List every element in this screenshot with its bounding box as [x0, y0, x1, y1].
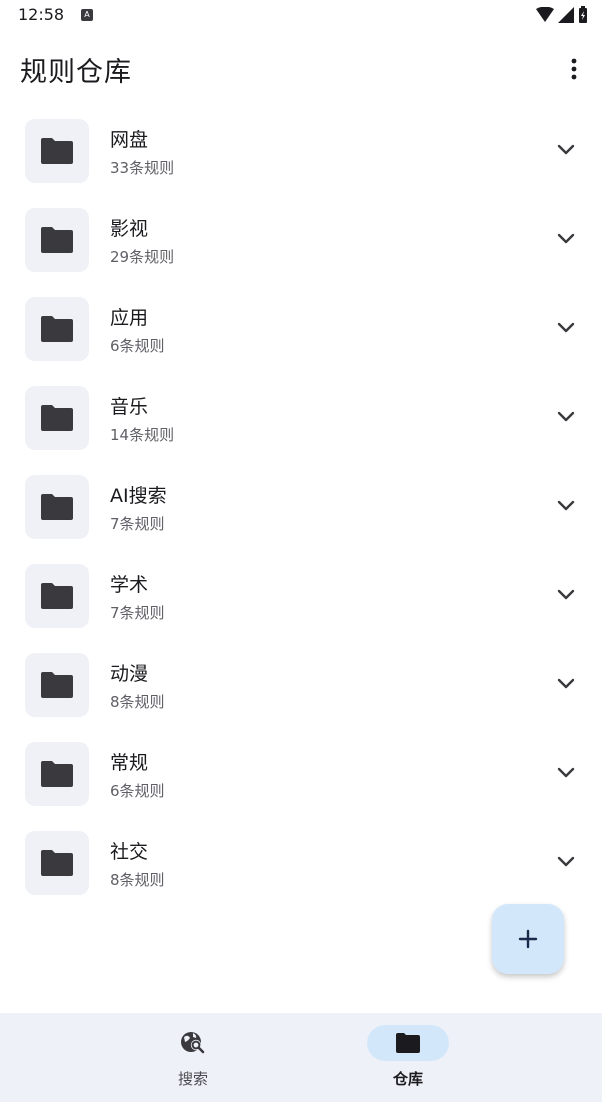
repo-item[interactable]: 动漫 8条规则: [0, 640, 602, 729]
chevron-down-icon: [557, 589, 575, 600]
repo-rule-count: 6条规则: [110, 782, 165, 800]
repo-name: 应用: [110, 307, 149, 329]
expand-button[interactable]: [556, 229, 576, 249]
expand-button[interactable]: [556, 318, 576, 338]
folder-tile: [25, 475, 89, 539]
folder-icon: [41, 316, 73, 342]
repo-rule-count: 7条规则: [110, 515, 165, 533]
repo-name: 音乐: [110, 396, 149, 418]
folder-tile: [25, 208, 89, 272]
repo-item[interactable]: 网盘 33条规则: [0, 106, 602, 195]
nav-item-repo[interactable]: 仓库: [348, 1025, 468, 1095]
signal-icon: [558, 7, 574, 23]
repo-name: AI搜索: [110, 485, 167, 507]
folder-icon: [41, 138, 73, 164]
folder-icon: [396, 1033, 420, 1053]
expand-button[interactable]: [556, 852, 576, 872]
repo-rule-count: 14条规则: [110, 426, 175, 444]
add-repo-button[interactable]: [492, 904, 564, 974]
repo-name: 影视: [110, 218, 149, 240]
repo-rule-count: 7条规则: [110, 604, 165, 622]
folder-icon: [41, 672, 73, 698]
repo-name: 常规: [110, 752, 149, 774]
repo-item[interactable]: 应用 6条规则: [0, 284, 602, 373]
folder-icon: [41, 850, 73, 876]
repo-item[interactable]: 学术 7条规则: [0, 551, 602, 640]
repo-name: 网盘: [110, 129, 149, 151]
chevron-down-icon: [557, 500, 575, 511]
repo-name: 学术: [110, 574, 149, 596]
chevron-down-icon: [557, 411, 575, 422]
search-globe-icon: [181, 1032, 205, 1054]
plus-icon: [518, 929, 538, 949]
chevron-down-icon: [557, 233, 575, 244]
nav-label-search: 搜索: [177, 1070, 208, 1088]
folder-icon: [41, 583, 73, 609]
nav-label-repo: 仓库: [392, 1070, 423, 1088]
nav-pill-search: [152, 1025, 234, 1061]
folder-tile: [25, 564, 89, 628]
folder-icon: [41, 405, 73, 431]
repo-item[interactable]: 常规 6条规则: [0, 729, 602, 818]
folder-tile: [25, 742, 89, 806]
folder-tile: [25, 119, 89, 183]
expand-button[interactable]: [556, 140, 576, 160]
folder-tile: [25, 653, 89, 717]
folder-tile: [25, 831, 89, 895]
chevron-down-icon: [557, 678, 575, 689]
repo-item[interactable]: 社交 8条规则: [0, 818, 602, 907]
app-bar: 规则仓库: [0, 34, 602, 106]
repo-list: 网盘 33条规则 影视 29条规则 应用 6条规则 音乐 14条规则 AI搜索 …: [0, 106, 602, 907]
status-time: 12:58: [18, 5, 65, 24]
folder-tile: [25, 297, 89, 361]
repo-item[interactable]: AI搜索 7条规则: [0, 462, 602, 551]
chevron-down-icon: [557, 856, 575, 867]
repo-rule-count: 33条规则: [110, 159, 175, 177]
expand-button[interactable]: [556, 496, 576, 516]
folder-icon: [41, 761, 73, 787]
folder-icon: [41, 494, 73, 520]
repo-name: 动漫: [110, 663, 149, 685]
more-vert-icon: [571, 58, 577, 80]
folder-tile: [25, 386, 89, 450]
expand-button[interactable]: [556, 585, 576, 605]
status-bar: 12:58 A: [0, 0, 602, 34]
notification-badge-icon: A: [81, 9, 93, 21]
folder-icon: [41, 227, 73, 253]
expand-button[interactable]: [556, 763, 576, 783]
bottom-navigation: 搜索 仓库: [0, 1013, 602, 1102]
repo-item[interactable]: 音乐 14条规则: [0, 373, 602, 462]
expand-button[interactable]: [556, 407, 576, 427]
more-options-button[interactable]: [562, 54, 586, 84]
page-title: 规则仓库: [20, 57, 132, 88]
repo-name: 社交: [110, 841, 149, 863]
repo-rule-count: 6条规则: [110, 337, 165, 355]
chevron-down-icon: [557, 767, 575, 778]
repo-item[interactable]: 影视 29条规则: [0, 195, 602, 284]
repo-rule-count: 8条规则: [110, 693, 165, 711]
chevron-down-icon: [557, 144, 575, 155]
chevron-down-icon: [557, 322, 575, 333]
nav-pill-repo: [367, 1025, 449, 1061]
expand-button[interactable]: [556, 674, 576, 694]
nav-item-search[interactable]: 搜索: [133, 1025, 253, 1095]
repo-rule-count: 8条规则: [110, 871, 165, 889]
wifi-icon: [536, 7, 554, 22]
repo-rule-count: 29条规则: [110, 248, 175, 266]
battery-icon: [579, 6, 587, 23]
status-icons: [536, 6, 588, 24]
